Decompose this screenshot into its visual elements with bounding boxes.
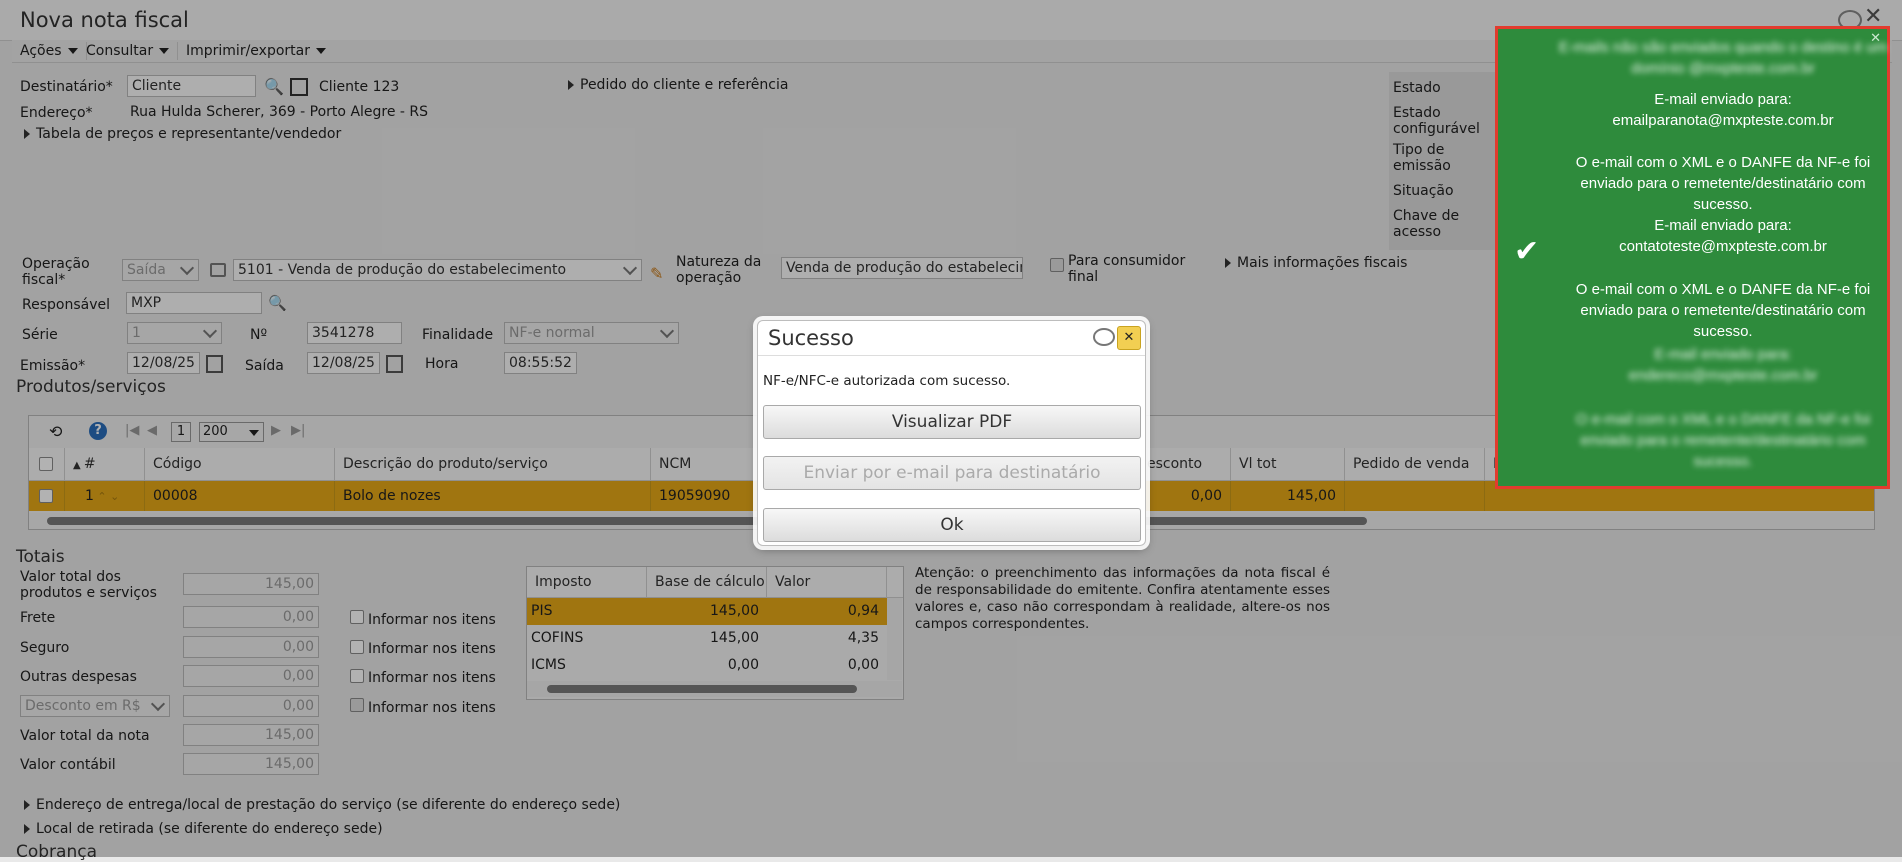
- email-notification-toast[interactable]: ✕ E-mails não são enviados quando o dest…: [1495, 26, 1890, 489]
- toast-msg1-title: E-mail enviado para:: [1654, 91, 1792, 108]
- toast-msg2-title: E-mail enviado para:: [1654, 217, 1792, 234]
- ok-button[interactable]: Ok: [763, 508, 1141, 542]
- close-icon[interactable]: ✕: [1117, 326, 1141, 350]
- toast-msg1-body: O e-mail com o XML e o DANFE da NF-e foi…: [1575, 154, 1871, 213]
- visualizar-pdf-button[interactable]: Visualizar PDF: [763, 405, 1141, 439]
- dialog-divider: [758, 355, 1145, 356]
- toast-msg2-body: O e-mail com o XML e o DANFE da NF-e foi…: [1575, 281, 1871, 340]
- comment-icon[interactable]: [1093, 328, 1115, 346]
- success-dialog: Sucesso ✕ NF-e/NFC-e autorizada com suce…: [757, 320, 1146, 546]
- toast-msg2-email: contatoteste@mxpteste.com.br: [1619, 238, 1827, 255]
- checkmark-icon: ✔: [1514, 234, 1540, 269]
- toast-blurred-bottom1: E-mail enviado para: endereco@mxpteste.c…: [1628, 346, 1818, 384]
- toast-blurred-bottom2: O e-mail com o XML e o DANFE da NF-e foi…: [1575, 411, 1871, 470]
- toast-msg1-email: emailparanota@mxpteste.com.br: [1612, 112, 1834, 129]
- dialog-title: Sucesso: [768, 326, 854, 350]
- enviar-email-button[interactable]: Enviar por e-mail para destinatário: [763, 456, 1141, 490]
- toast-blurred-top: E-mails não são enviados quando o destin…: [1558, 39, 1888, 77]
- dialog-message: NF-e/NFC-e autorizada com sucesso.: [763, 373, 1011, 389]
